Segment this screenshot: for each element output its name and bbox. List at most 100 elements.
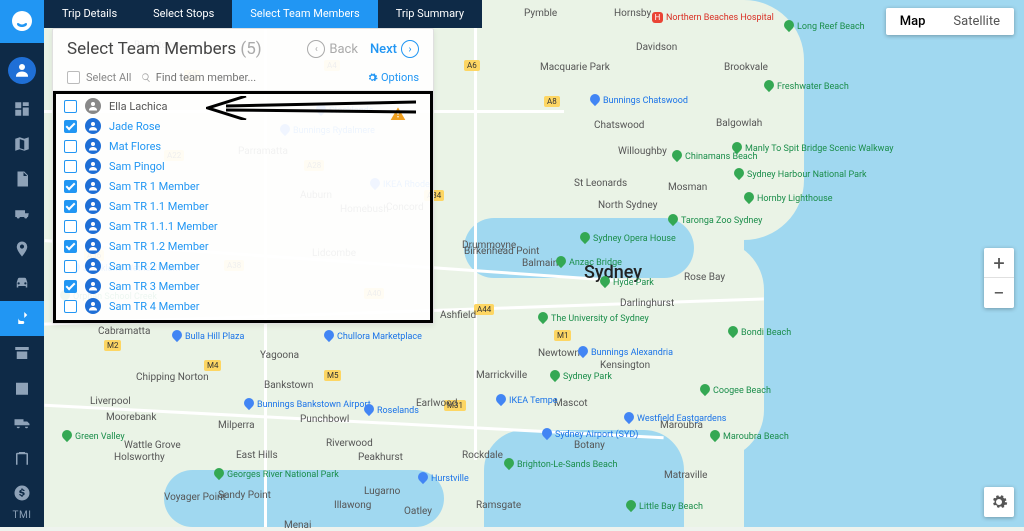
poi-green: Sydney Harbour National Park <box>734 168 867 180</box>
zoom-in-button[interactable]: + <box>984 248 1014 278</box>
poi-green: Long Reef Beach <box>784 20 865 32</box>
member-checkbox[interactable] <box>64 240 77 253</box>
options-button[interactable]: Options <box>367 71 419 84</box>
next-label: Next <box>370 42 397 57</box>
next-button[interactable]: Next › <box>370 40 419 58</box>
member-name: Jade Rose <box>109 120 160 133</box>
panel-title: Select Team Members (5) <box>67 39 262 59</box>
member-avatar <box>85 158 101 174</box>
member-row[interactable]: Sam TR 1.2 Member <box>56 236 430 256</box>
tab-trip-summary[interactable]: Trip Summary <box>378 0 482 28</box>
member-checkbox[interactable] <box>64 300 77 313</box>
member-avatar <box>85 238 101 254</box>
road-shield: M2 <box>104 340 121 351</box>
select-all-checkbox[interactable]: Select All <box>67 71 131 84</box>
map-type-satellite[interactable]: Satellite <box>939 8 1014 35</box>
nav-archive[interactable] <box>0 336 44 371</box>
poi-blue: Bunnings Alexandria <box>578 346 673 358</box>
zoom-out-button[interactable]: − <box>984 278 1014 308</box>
poi-blue: Bunnings Bankstown Airport <box>244 398 371 410</box>
poi-green: Chinamans Beach <box>672 150 757 162</box>
search-input[interactable] <box>156 71 357 84</box>
place-label: Earlwood <box>416 398 458 409</box>
app-logo[interactable] <box>0 0 44 43</box>
member-row[interactable]: Sam TR 1.1 Member <box>56 196 430 216</box>
nav-location[interactable] <box>0 231 44 266</box>
nav-vehicle[interactable] <box>0 266 44 301</box>
place-label: Yagoona <box>260 350 299 361</box>
panel-title-text: Select Team Members <box>67 39 236 59</box>
select-all-label: Select All <box>86 71 131 84</box>
nav-dashboard[interactable] <box>0 92 44 127</box>
member-row[interactable]: Sam TR 1 Member <box>56 176 430 196</box>
map-type-toggle: Map Satellite <box>886 8 1014 35</box>
road-shield: A6 <box>464 60 480 71</box>
map-settings-button[interactable] <box>984 487 1014 517</box>
member-row[interactable]: Sam TR 2 Member <box>56 256 430 276</box>
place-label: East Hills <box>236 450 278 461</box>
member-name: Sam TR 4 Member <box>109 300 199 313</box>
place-label: Macquarie Park <box>540 62 610 73</box>
place-label: Mosman <box>668 182 707 193</box>
place-label: Sandy Point <box>218 490 271 501</box>
member-list[interactable]: Ella LachicaJade RoseMat FloresSam Pingo… <box>56 94 430 320</box>
member-row[interactable]: Mat Flores <box>56 136 430 156</box>
member-checkbox[interactable] <box>64 120 77 133</box>
side-nav: TMI <box>0 0 44 527</box>
place-label: Darlinghurst <box>620 298 674 309</box>
member-row[interactable]: Sam Pingol <box>56 156 430 176</box>
nav-fleet[interactable] <box>0 196 44 231</box>
place-label: Wattle Grove <box>124 440 181 451</box>
place-label: Cabramatta <box>98 326 150 337</box>
member-checkbox[interactable] <box>64 140 77 153</box>
nav-truck[interactable] <box>0 405 44 440</box>
member-avatar <box>85 178 101 194</box>
place-label: Bankstown <box>264 380 313 391</box>
poi-green: Georges River National Park <box>214 468 339 480</box>
poi-blue: Chullora Marketplace <box>324 330 422 342</box>
tab-select-stops[interactable]: Select Stops <box>135 0 232 28</box>
place-label: Balgowlah <box>716 118 762 129</box>
panel-title-count: (5) <box>240 39 261 59</box>
nav-calendar[interactable] <box>0 371 44 406</box>
member-checkbox[interactable] <box>64 260 77 273</box>
poi-green: Coogee Beach <box>700 384 771 396</box>
place-label: Marrickville <box>476 370 527 381</box>
member-checkbox[interactable] <box>64 220 77 233</box>
place-label: Holsworthy <box>114 452 165 463</box>
member-checkbox[interactable] <box>64 200 77 213</box>
nav-document[interactable] <box>0 161 44 196</box>
member-avatar <box>85 118 101 134</box>
user-avatar[interactable] <box>8 57 36 84</box>
member-row[interactable]: Sam TR 3 Member <box>56 276 430 296</box>
place-label: Birkenhead Point <box>464 246 539 257</box>
nav-billing[interactable] <box>0 475 44 510</box>
place-label: Davidson <box>636 42 677 53</box>
poi-blue: Roselands <box>364 404 419 416</box>
road-shield: M1 <box>554 330 571 341</box>
member-checkbox[interactable] <box>64 280 77 293</box>
place-label: Botany <box>574 440 605 451</box>
member-name: Sam TR 3 Member <box>109 280 199 293</box>
chevron-left-icon: ‹ <box>307 40 325 58</box>
member-row[interactable]: Sam TR 1.1.1 Member <box>56 216 430 236</box>
member-row[interactable]: Sam TR 4 Member <box>56 296 430 316</box>
nav-map[interactable] <box>0 127 44 162</box>
poi-green: Little Bay Beach <box>626 500 703 512</box>
panel-header: Select Team Members (5) ‹ Back Next › <box>53 29 433 67</box>
poi-green: Hyde Park <box>600 276 654 288</box>
place-label: Balmain <box>522 258 558 269</box>
nav-routes[interactable] <box>0 301 44 336</box>
tab-select-team-members[interactable]: Select Team Members <box>232 0 377 28</box>
sidebar-footer: TMI <box>13 510 32 527</box>
member-checkbox[interactable] <box>64 100 77 113</box>
member-checkbox[interactable] <box>64 180 77 193</box>
poi-red: Northern Beaches Hospital <box>652 12 774 23</box>
back-button[interactable]: ‹ Back <box>307 40 358 58</box>
tab-trip-details[interactable]: Trip Details <box>44 0 135 28</box>
annotation-arrow <box>206 96 416 120</box>
road-shield: A8 <box>544 96 560 107</box>
map-type-map[interactable]: Map <box>886 8 940 35</box>
member-checkbox[interactable] <box>64 160 77 173</box>
nav-clipboard[interactable] <box>0 440 44 475</box>
